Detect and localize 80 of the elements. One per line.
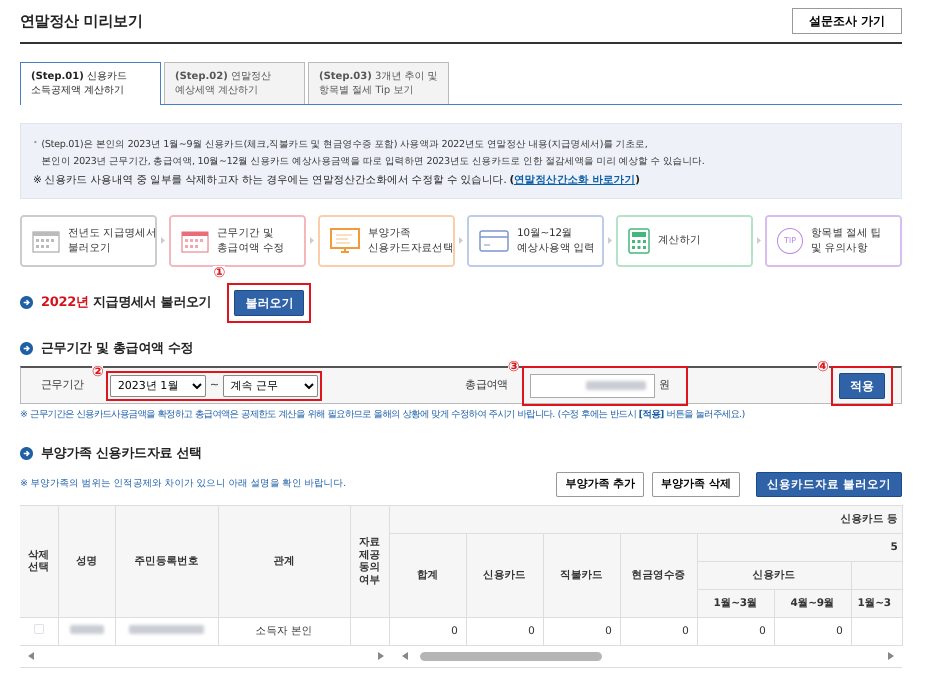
callout-number: ① [213,266,226,280]
bullet-text: • [33,137,38,149]
arrow-icon [757,234,761,247]
table-cell: 소득자 본인 [256,624,312,637]
salary-label: 총급여액 [465,377,508,394]
table-cell: 0 [451,624,458,637]
table-cell: 0 [528,624,534,637]
load-button[interactable]: 불러오기 [234,290,304,316]
column-header: 합계 [416,569,438,582]
arrow-icon [161,234,165,247]
column-header: 삭제 선택 [28,548,50,574]
column-header: 1월~3월 [714,597,758,610]
scroll-right-icon[interactable] [378,652,384,660]
step-label: 부양가족 신용카드자료선택 [368,226,454,256]
table-cell: 0 [836,624,842,637]
table-cell: 0 [605,624,612,637]
column-header: 주민등록번호 [134,555,199,568]
column-header: 5 [890,541,898,554]
family-button[interactable]: 부양가족 삭제 [652,472,740,497]
table-cell: 0 [759,624,766,637]
blurred-value [586,381,646,390]
hint-text: ※ 근무기간은 신용카드사용금액을 확정하고 총급여액은 공제한도 계산을 위해 필요하므로 올해의 상황에 맞게 수정하여 주시기 바랍니다. (수정 후에는 반드시 [적용] 버튼을 눌러주세요.) [20,408,746,422]
column-header: 신용카드 [483,569,526,582]
arrow-icon [310,234,314,247]
callout-number: ② [92,364,104,379]
info-note: ※ 신용카드 사용내역 중 일부를 삭제하고자 하는 경우에는 연말정산간소화에서 수정할 수 있습니다. (연말정산간소화 바로가기) [33,172,641,188]
step-tab[interactable]: (Step.02) 연말정산 예상세액 계산하기 [164,62,305,104]
column-header: 직불카드 [560,569,603,582]
step-tab[interactable]: (Step.03) 3개년 추이 및 항목별 절세 Tip 보기 [308,62,449,104]
unit-text: 원 [658,377,670,394]
table-cell: 0 [682,624,688,637]
load-card-data-button[interactable]: 신용카드자료 불러오기 [756,472,902,497]
shortcut-link[interactable]: 연말정산간소화 바로가기 [514,174,636,186]
arrow-circle-icon [20,342,33,355]
calendar-icon [181,228,209,253]
calendar-icon [32,228,60,253]
arrow-icon [608,234,612,247]
callout-number: ④ [817,360,829,374]
column-header: 자료 제공 동의 여부 [358,536,380,586]
column-header: 신용카드 [752,569,796,582]
step-label: 근무기간 및 총급여액 수정 [217,226,284,256]
tip-icon: TIP [777,228,803,254]
scrollbar-thumb[interactable] [420,652,602,661]
arrow-circle-icon [20,447,33,460]
column-header: 관계 [273,555,295,568]
apply-button[interactable]: 적용 [839,372,885,399]
column-header: 신용카드 등 [840,513,898,526]
calculator-icon [628,228,650,254]
column-header: 성명 [76,555,98,568]
card-icon [479,230,509,252]
scroll-left-icon[interactable] [28,652,34,660]
step-tab[interactable]: (Step.01) 신용카드 소득공제액 계산하기 [20,62,161,105]
period-label: 근무기간 [41,377,84,394]
monitor-icon [330,228,360,254]
arrow-circle-icon [20,296,33,310]
section-heading: 2022년 지급명세서 불러오기 [41,294,212,312]
row-checkbox[interactable] [34,624,44,634]
survey-button[interactable]: 설문조사 가기 [792,8,902,34]
column-header: 현금영수증 [632,569,686,582]
blurred-name [70,624,104,634]
step-label: 전년도 지급명세서 불러오기 [68,226,157,256]
family-button[interactable]: 부양가족 추가 [556,472,644,497]
arrow-icon [459,234,463,247]
page-title: 연말정산 미리보기 [20,10,143,32]
callout-number: ③ [508,360,520,374]
step-label: 계산하기 [658,233,701,248]
scroll-left-icon[interactable] [402,652,408,660]
column-header: 1월~3 [858,597,891,610]
start-month-select[interactable]: 2023년 1월 [110,374,206,397]
section-heading: 부양가족 신용카드자료 선택 [41,445,202,464]
tilde-text: ~ [210,377,219,394]
step-label: 항목별 절세 팁 및 유의사항 [811,226,882,256]
section-heading: 근무기간 및 총급여액 수정 [41,340,194,358]
column-header: 4월~9월 [790,597,834,610]
info-text: (Step.01)은 본인의 2023년 1월~9월 신용카드(체크,직불카드 및 현금영수증 포함) 사용액과 2022년도 연말정산 내용(지급명세서)를 기초로, 본인이 2023년 근무기간, 총급여액, 10월~12월 신용카드 예상사용금액을 따로 입력하면 2023년도 신용카드로 인한 절감세액을 미리 예상할 수 있습니다. [41,138,705,170]
scroll-right-icon[interactable] [888,652,894,660]
end-select[interactable]: 계속 근무 [222,374,318,397]
step-label: 10월~12월 예상사용액 입력 [517,226,595,256]
hint-text: ※ 부양가족의 범위는 인적공제와 차이가 있으니 아래 설명을 확인 바랍니다. [20,477,346,492]
salary-field[interactable] [530,374,655,398]
